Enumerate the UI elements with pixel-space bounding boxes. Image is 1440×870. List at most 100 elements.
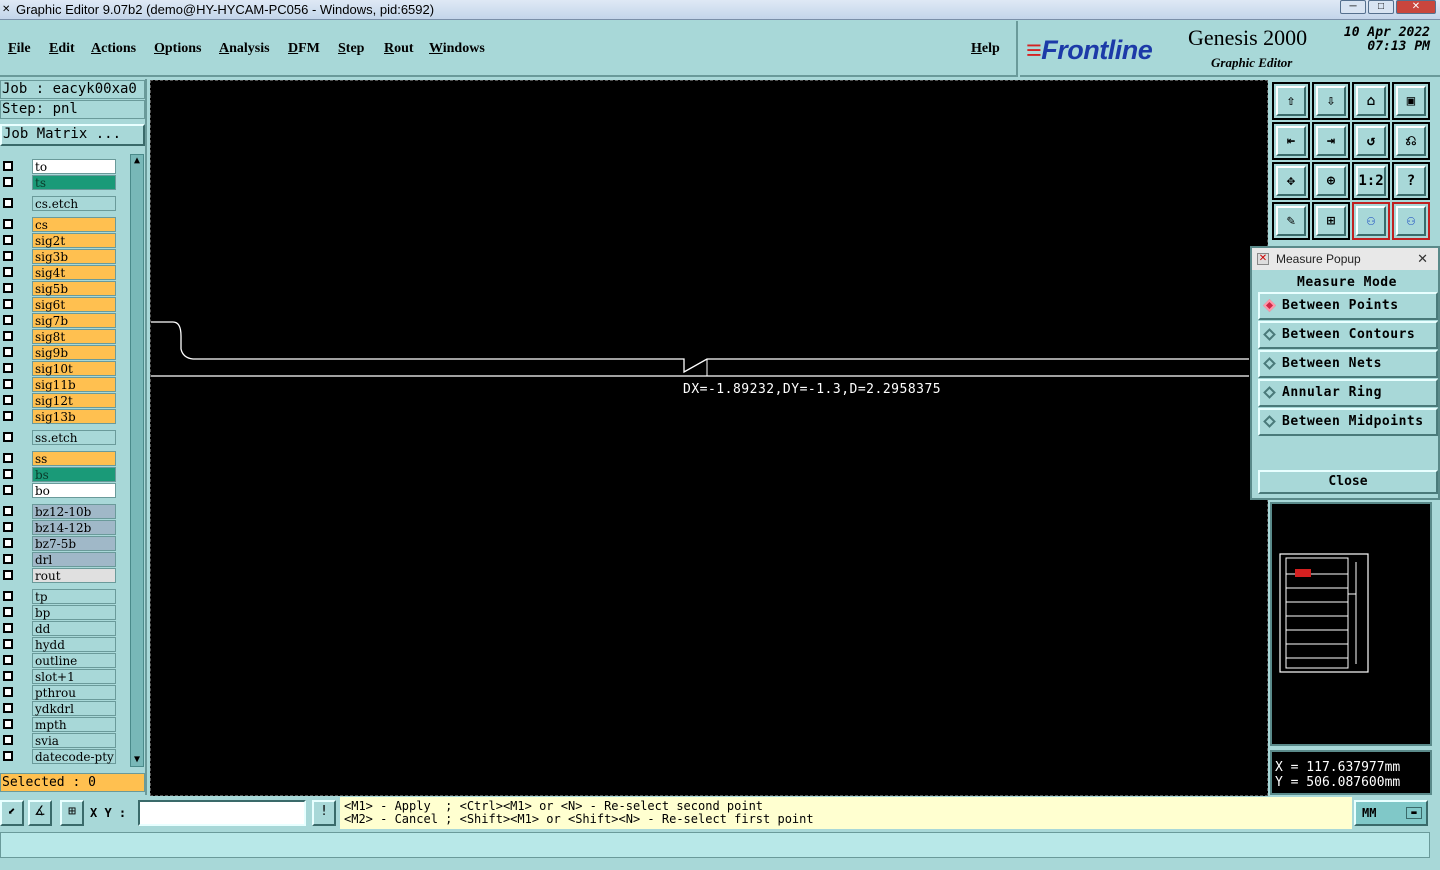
mode-between-midpoints[interactable]: Between Midpoints — [1258, 408, 1438, 436]
layer-checkbox[interactable] — [3, 554, 13, 564]
minimize-button[interactable]: ─ — [1340, 0, 1366, 14]
mode-between-contours[interactable]: Between Contours — [1258, 321, 1438, 349]
layer-row[interactable]: cs — [0, 216, 116, 232]
menu-dfm[interactable]: DFM — [288, 41, 320, 57]
layer-checkbox[interactable] — [3, 251, 13, 261]
menu-step[interactable]: Step — [338, 41, 364, 57]
panel-overview-map[interactable] — [1270, 502, 1432, 746]
layer-row[interactable]: ss — [0, 450, 116, 466]
layer-name[interactable]: sig8t — [32, 328, 116, 344]
layer-checkbox[interactable] — [3, 639, 13, 649]
scale-1-2-icon[interactable]: 1:2 — [1352, 162, 1390, 200]
layer-row[interactable]: sig8t — [0, 328, 116, 344]
layer-row[interactable]: ss.etch — [0, 429, 116, 445]
layer-row[interactable]: sig10t — [0, 360, 116, 376]
layer-row[interactable]: sig2t — [0, 232, 116, 248]
layer-row[interactable]: sig12t — [0, 392, 116, 408]
layer-checkbox[interactable] — [3, 703, 13, 713]
layer-name[interactable]: ydkdrl — [32, 700, 116, 716]
layer-row[interactable]: bp — [0, 604, 116, 620]
layer-checkbox[interactable] — [3, 591, 13, 601]
layer-checkbox[interactable] — [3, 655, 13, 665]
menu-file[interactable]: File — [8, 41, 31, 57]
scroll-up-icon[interactable]: ▲ — [131, 155, 143, 167]
layer-name[interactable]: sig10t — [32, 360, 116, 376]
layer-name[interactable]: outline — [32, 652, 116, 668]
layer-checkbox[interactable] — [3, 453, 13, 463]
layer-scrollbar[interactable]: ▲ ▼ — [130, 154, 144, 767]
pan-left-icon[interactable]: ⇤ — [1272, 122, 1310, 160]
mode-between-points[interactable]: Between Points — [1258, 292, 1438, 320]
scroll-down-icon[interactable]: ▼ — [131, 754, 143, 766]
graphic-canvas[interactable]: DX=-1.89232,DY=-1.3,D=2.2958375 — [150, 80, 1268, 796]
layer-name[interactable]: cs — [32, 216, 116, 232]
layer-row[interactable]: rout — [0, 567, 116, 583]
layer-row[interactable]: dd — [0, 620, 116, 636]
menu-help[interactable]: Help — [971, 41, 1000, 57]
menu-analysis[interactable]: Analysis — [219, 41, 270, 57]
layer-checkbox[interactable] — [3, 469, 13, 479]
layer-row[interactable]: outline — [0, 652, 116, 668]
layer-checkbox[interactable] — [3, 161, 13, 171]
pan-right-icon[interactable]: ⇥ — [1312, 122, 1350, 160]
layer-checkbox[interactable] — [3, 267, 13, 277]
menu-edit[interactable]: Edit — [49, 41, 75, 57]
layer-name[interactable]: tp — [32, 588, 116, 604]
layer-row[interactable]: sig5b — [0, 280, 116, 296]
layer-name[interactable]: bz14-12b — [32, 519, 116, 535]
popup-close-icon[interactable]: ✕ — [1417, 248, 1428, 270]
layer-name[interactable]: ss.etch — [32, 429, 116, 445]
fit-all-icon[interactable]: ✥ — [1272, 162, 1310, 200]
layer-name[interactable]: bz12-10b — [32, 503, 116, 519]
layer-row[interactable]: svia — [0, 732, 116, 748]
layer-checkbox[interactable] — [3, 522, 13, 532]
layer-name[interactable]: to — [32, 158, 116, 174]
layer-name[interactable]: mpth — [32, 716, 116, 732]
layer-row[interactable]: sig7b — [0, 312, 116, 328]
grid-snap-icon[interactable]: ⊞ — [60, 800, 84, 826]
menu-rout[interactable]: Rout — [384, 41, 414, 57]
layer-name[interactable]: hydd — [32, 636, 116, 652]
layer-row[interactable]: ts — [0, 174, 116, 190]
layer-name[interactable]: ss — [32, 450, 116, 466]
layer-name[interactable]: svia — [32, 732, 116, 748]
layer-checkbox[interactable] — [3, 411, 13, 421]
layer-checkbox[interactable] — [3, 331, 13, 341]
layer-row[interactable]: pthrou — [0, 684, 116, 700]
layer-name[interactable]: sig11b — [32, 376, 116, 392]
layer-row[interactable]: mpth — [0, 716, 116, 732]
zoom-center-icon[interactable]: ⊕ — [1312, 162, 1350, 200]
layer-row[interactable]: drl — [0, 551, 116, 567]
layer-name[interactable]: sig9b — [32, 344, 116, 360]
layer-name[interactable]: sig2t — [32, 232, 116, 248]
layer-name[interactable]: bz7-5b — [32, 535, 116, 551]
layer-row[interactable]: to — [0, 158, 116, 174]
layer-checkbox[interactable] — [3, 671, 13, 681]
menu-options[interactable]: Options — [154, 41, 201, 57]
layer-checkbox[interactable] — [3, 363, 13, 373]
layer-row[interactable]: tp — [0, 588, 116, 604]
layer-name[interactable]: dd — [32, 620, 116, 636]
layer-row[interactable]: bz14-12b — [0, 519, 116, 535]
layer-row[interactable]: bz7-5b — [0, 535, 116, 551]
layer-checkbox[interactable] — [3, 751, 13, 761]
layer-name[interactable]: sig13b — [32, 408, 116, 424]
home-icon[interactable]: ⌂ — [1352, 82, 1390, 120]
layer-name[interactable]: pthrou — [32, 684, 116, 700]
layer-checkbox[interactable] — [3, 687, 13, 697]
help-icon[interactable]: ? — [1392, 162, 1430, 200]
layer-checkbox[interactable] — [3, 538, 13, 548]
mode-annular-ring[interactable]: Annular Ring — [1258, 379, 1438, 407]
layer-name[interactable]: rout — [32, 567, 116, 583]
info-button[interactable]: ! — [312, 800, 336, 826]
layer-name[interactable]: bp — [32, 604, 116, 620]
menu-actions[interactable]: Actions — [91, 41, 136, 57]
layer-checkbox[interactable] — [3, 506, 13, 516]
popup-close-button[interactable]: Close — [1258, 470, 1438, 494]
layer-name[interactable]: sig4t — [32, 264, 116, 280]
layer-checkbox[interactable] — [3, 570, 13, 580]
layer-row[interactable]: slot+1 — [0, 668, 116, 684]
net-compare-icon[interactable]: ⚇ — [1392, 202, 1430, 240]
job-matrix-button[interactable]: Job Matrix ... — [0, 124, 145, 146]
zoom-home-icon[interactable]: ⇧ — [1272, 82, 1310, 120]
